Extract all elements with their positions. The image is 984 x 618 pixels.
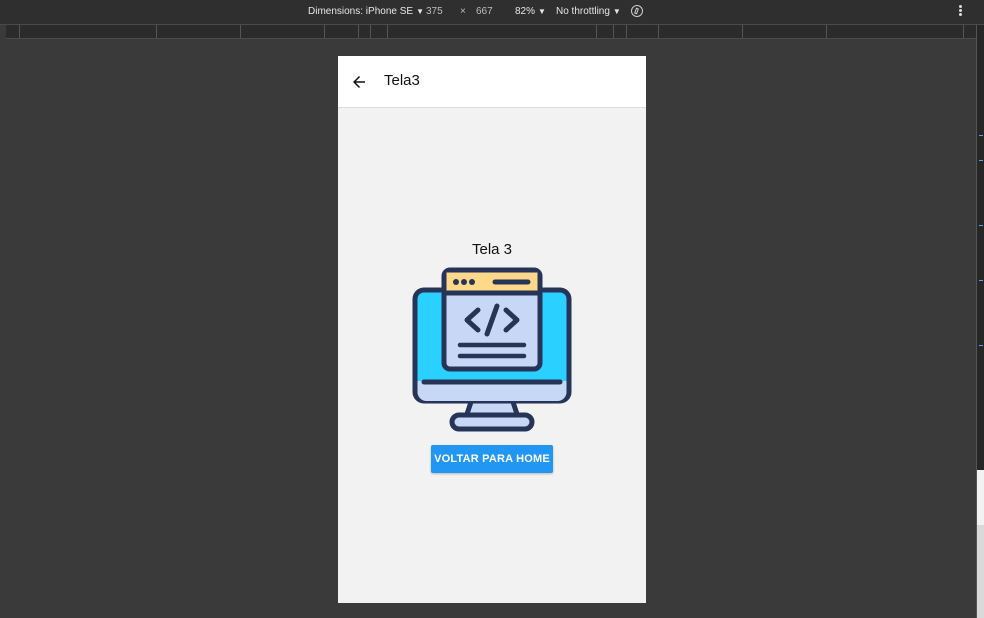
ruler-segment[interactable] — [626, 25, 627, 38]
throttling-label: No throttling — [556, 6, 610, 17]
rotate-icon[interactable] — [631, 5, 643, 17]
zoom-caret-icon: ▼ — [538, 7, 546, 16]
ruler-segment[interactable] — [742, 25, 743, 38]
screen-heading: Tela 3 — [471, 241, 513, 258]
dimensions-label: Dimensions: iPhone SE — [308, 6, 414, 17]
ruler-segment[interactable] — [19, 25, 20, 38]
devtools-side-panel[interactable] — [976, 25, 984, 618]
panel-grey-area — [977, 525, 984, 618]
dimensions-dropdown[interactable]: Dimensions: iPhone SE ▼ — [308, 6, 424, 17]
ruler-segment[interactable] — [240, 25, 241, 38]
panel-marker — [979, 135, 983, 136]
ruler-segment[interactable] — [963, 25, 964, 38]
ruler-segment[interactable] — [596, 25, 597, 38]
times-separator: × — [460, 6, 466, 17]
back-home-button[interactable]: VOLTAR PARA HOME — [431, 445, 553, 473]
panel-marker — [979, 225, 983, 226]
ruler-segment[interactable] — [826, 25, 827, 38]
panel-marker — [979, 280, 983, 281]
ruler-segment[interactable] — [370, 25, 371, 38]
panel-light-area — [977, 470, 984, 525]
monitor-code-icon — [412, 267, 572, 432]
throttling-caret-icon: ▼ — [612, 7, 621, 16]
ruler-segment[interactable] — [613, 25, 614, 38]
device-viewport: Tela3 Tela 3 VOLTAR PARA HOME — [338, 56, 646, 603]
device-toolbar: Dimensions: iPhone SE ▼ 375 × 667 82% ▼ No… — [0, 0, 984, 25]
ruler-segment[interactable] — [156, 25, 157, 38]
arrow-left-icon[interactable] — [350, 73, 368, 91]
ruler-segment[interactable] — [324, 25, 325, 38]
zoom-dropdown[interactable]: 82% ▼ — [515, 6, 546, 17]
ruler-segment[interactable] — [387, 25, 388, 38]
app-bar: Tela3 — [338, 56, 646, 108]
more-options-icon[interactable] — [956, 4, 964, 20]
panel-marker — [979, 160, 983, 161]
ruler-segment[interactable] — [358, 25, 359, 38]
height-input[interactable]: 667 — [476, 6, 493, 17]
dimensions-caret-icon: ▼ — [416, 7, 424, 16]
app-bar-title: Tela3 — [384, 72, 420, 89]
zoom-label: 82% — [515, 6, 536, 17]
ruler-segment[interactable] — [658, 25, 659, 38]
width-input[interactable]: 375 — [426, 6, 443, 17]
throttling-dropdown[interactable]: No throttling ▼ — [556, 6, 621, 17]
panel-marker — [979, 345, 983, 346]
media-query-ruler[interactable] — [6, 25, 976, 39]
